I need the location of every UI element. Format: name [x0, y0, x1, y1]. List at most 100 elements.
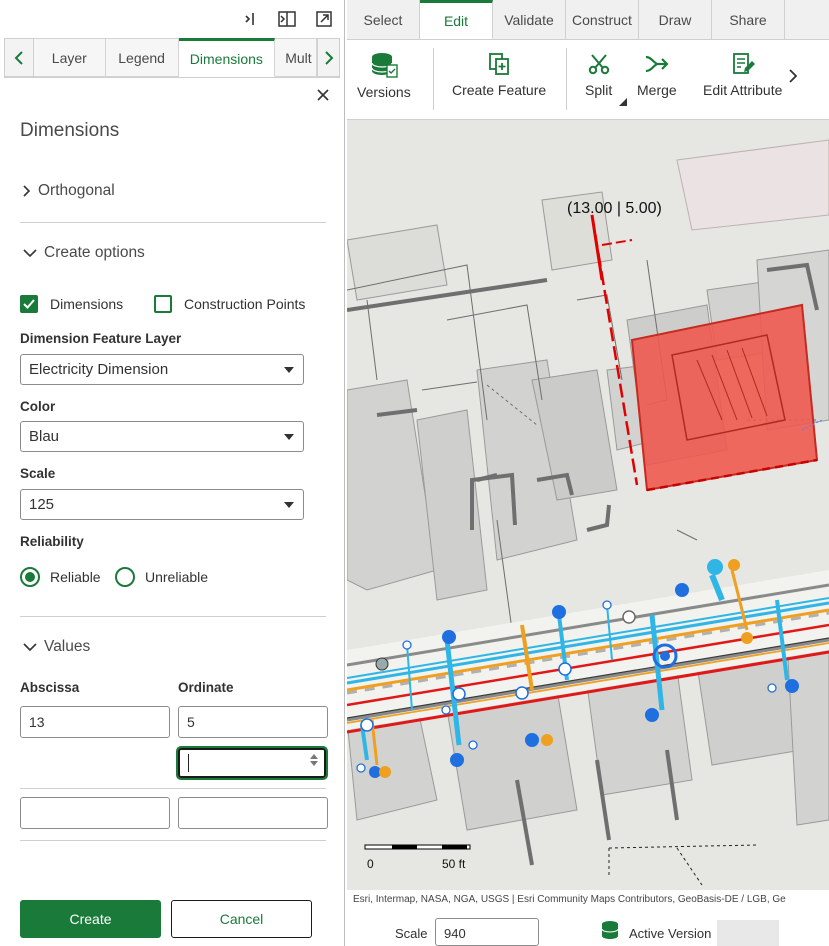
- orthogonal-label: Orthogonal: [38, 182, 115, 199]
- map-view[interactable]: (13.00 | 5.00) 0 50 ft: [347, 120, 829, 890]
- edit-attribute-button[interactable]: Edit Attribute: [703, 52, 782, 98]
- close-icon[interactable]: [316, 88, 332, 104]
- create-feature-icon: [489, 53, 509, 75]
- unreliable-radio[interactable]: Unreliable: [115, 567, 208, 587]
- tab-select[interactable]: Select: [347, 0, 420, 39]
- create-feature-button[interactable]: Create Feature: [452, 52, 546, 98]
- abscissa-input[interactable]: 13: [20, 706, 170, 738]
- edit-attribute-icon: [732, 53, 755, 74]
- create-options-section-toggle[interactable]: Create options: [22, 244, 145, 262]
- scale-label: Scale: [20, 466, 56, 481]
- chevron-right-icon: [324, 50, 333, 65]
- active-version-select[interactable]: [717, 920, 779, 946]
- text-cursor: [188, 754, 189, 772]
- status-bar: Scale 940 Active Version: [347, 912, 829, 946]
- abscissa-value: 13: [29, 714, 45, 730]
- divider: [20, 840, 326, 841]
- scale-select[interactable]: 125: [20, 489, 304, 520]
- ribbon-tabs: Select Edit Validate Construct Draw Shar…: [347, 0, 829, 40]
- chevron-down-icon: [23, 643, 37, 652]
- dimensions-checkbox-label: Dimensions: [50, 296, 124, 312]
- chevron-right-icon[interactable]: [788, 68, 798, 84]
- divider: [433, 48, 434, 110]
- radio-unselected-icon: [115, 567, 135, 587]
- versions-label: Versions: [357, 84, 411, 100]
- divider: [20, 616, 326, 617]
- panel-tabs: Layer Legend Dimensions Mult: [4, 38, 340, 78]
- scale-status-label: Scale: [395, 926, 428, 941]
- dock-panel-icon[interactable]: [277, 9, 297, 29]
- map-canvas[interactable]: (13.00 | 5.00) 0 50 ft: [347, 120, 829, 890]
- map-app: Select Edit Validate Construct Draw Shar…: [347, 0, 829, 946]
- empty-ordinate-input[interactable]: [178, 797, 328, 829]
- versions-button[interactable]: Versions: [357, 52, 411, 100]
- scale-value: 125: [29, 496, 55, 513]
- unreliable-label: Unreliable: [145, 569, 209, 585]
- scale-status-value: 940: [444, 926, 466, 941]
- tab-edit[interactable]: Edit: [420, 0, 493, 39]
- values-section-toggle[interactable]: Values: [22, 638, 90, 656]
- collapse-panel-icon[interactable]: [240, 9, 260, 29]
- divider: [20, 222, 326, 223]
- caret-down-icon: [284, 502, 294, 508]
- tab-mult[interactable]: Mult: [275, 38, 318, 77]
- create-feature-label: Create Feature: [452, 82, 547, 98]
- caret-down-icon: [284, 434, 294, 440]
- edit-attribute-label: Edit Attribute: [703, 82, 783, 98]
- create-button[interactable]: Create: [20, 900, 161, 938]
- page-title: Dimensions: [20, 120, 120, 141]
- caret-down-icon: [284, 367, 294, 373]
- dimension-feature-layer-select[interactable]: Electricity Dimension: [20, 354, 304, 385]
- checkbox-checked-icon: [20, 295, 38, 313]
- side-panel: Layer Legend Dimensions Mult Dimensions …: [0, 0, 345, 946]
- tabs-scroll-left-button[interactable]: [4, 38, 34, 77]
- orthogonal-section-toggle[interactable]: Orthogonal: [22, 182, 115, 200]
- dimensions-checkbox[interactable]: Dimensions: [20, 295, 123, 313]
- color-value: Blau: [29, 428, 60, 445]
- ordinate-label: Ordinate: [178, 680, 234, 695]
- tab-layer[interactable]: Layer: [33, 38, 106, 77]
- color-select[interactable]: Blau: [20, 421, 304, 452]
- tab-validate[interactable]: Validate: [493, 0, 566, 39]
- split-button[interactable]: Split: [585, 52, 612, 98]
- chevron-left-icon: [14, 50, 23, 65]
- ordinate-stepper-input[interactable]: [178, 748, 326, 778]
- construction-points-checkbox[interactable]: Construction Points: [154, 295, 305, 313]
- reliable-label: Reliable: [50, 569, 101, 585]
- tabs-scroll-right-button[interactable]: [317, 38, 340, 77]
- ordinate-input[interactable]: 5: [178, 706, 328, 738]
- panel-toolbar: [0, 0, 344, 38]
- ribbon-toolbar: Versions Create Feature Split Merge Edit…: [347, 40, 829, 120]
- reliability-label: Reliability: [20, 534, 84, 549]
- split-label: Split: [585, 82, 613, 98]
- tab-construct[interactable]: Construct: [566, 0, 639, 39]
- empty-abscissa-input[interactable]: [20, 797, 170, 829]
- reliable-radio[interactable]: Reliable: [20, 567, 101, 587]
- tab-dimensions[interactable]: Dimensions: [178, 38, 276, 77]
- tab-draw[interactable]: Draw: [639, 0, 712, 39]
- tab-share[interactable]: Share: [712, 0, 785, 39]
- dimensions-panel: Dimensions Orthogonal Create options Dim…: [0, 78, 344, 946]
- dimension-feature-layer-value: Electricity Dimension: [29, 361, 169, 378]
- values-label: Values: [44, 638, 91, 655]
- scale-status-select[interactable]: 940: [435, 918, 539, 946]
- scale-bar: [364, 844, 471, 850]
- active-version-label: Active Version: [629, 926, 712, 941]
- divider: [20, 788, 326, 789]
- tab-legend[interactable]: Legend: [105, 38, 179, 77]
- spinner-icon[interactable]: [310, 754, 318, 766]
- divider: [566, 48, 567, 110]
- popout-panel-icon[interactable]: [314, 9, 334, 29]
- merge-button[interactable]: Merge: [637, 52, 677, 98]
- abscissa-label: Abscissa: [20, 680, 80, 695]
- scissors-icon: [588, 54, 609, 75]
- dimension-label: (13.00 | 5.00): [567, 200, 662, 217]
- cancel-button[interactable]: Cancel: [171, 900, 312, 938]
- create-options-label: Create options: [44, 244, 145, 261]
- chevron-right-icon: [23, 185, 31, 197]
- database-icon: [371, 53, 398, 78]
- dropdown-corner-icon[interactable]: [619, 98, 627, 106]
- merge-label: Merge: [637, 82, 677, 98]
- construction-points-checkbox-label: Construction Points: [184, 296, 306, 312]
- map-attribution: Esri, Intermap, NASA, NGA, USGS | Esri C…: [347, 890, 829, 912]
